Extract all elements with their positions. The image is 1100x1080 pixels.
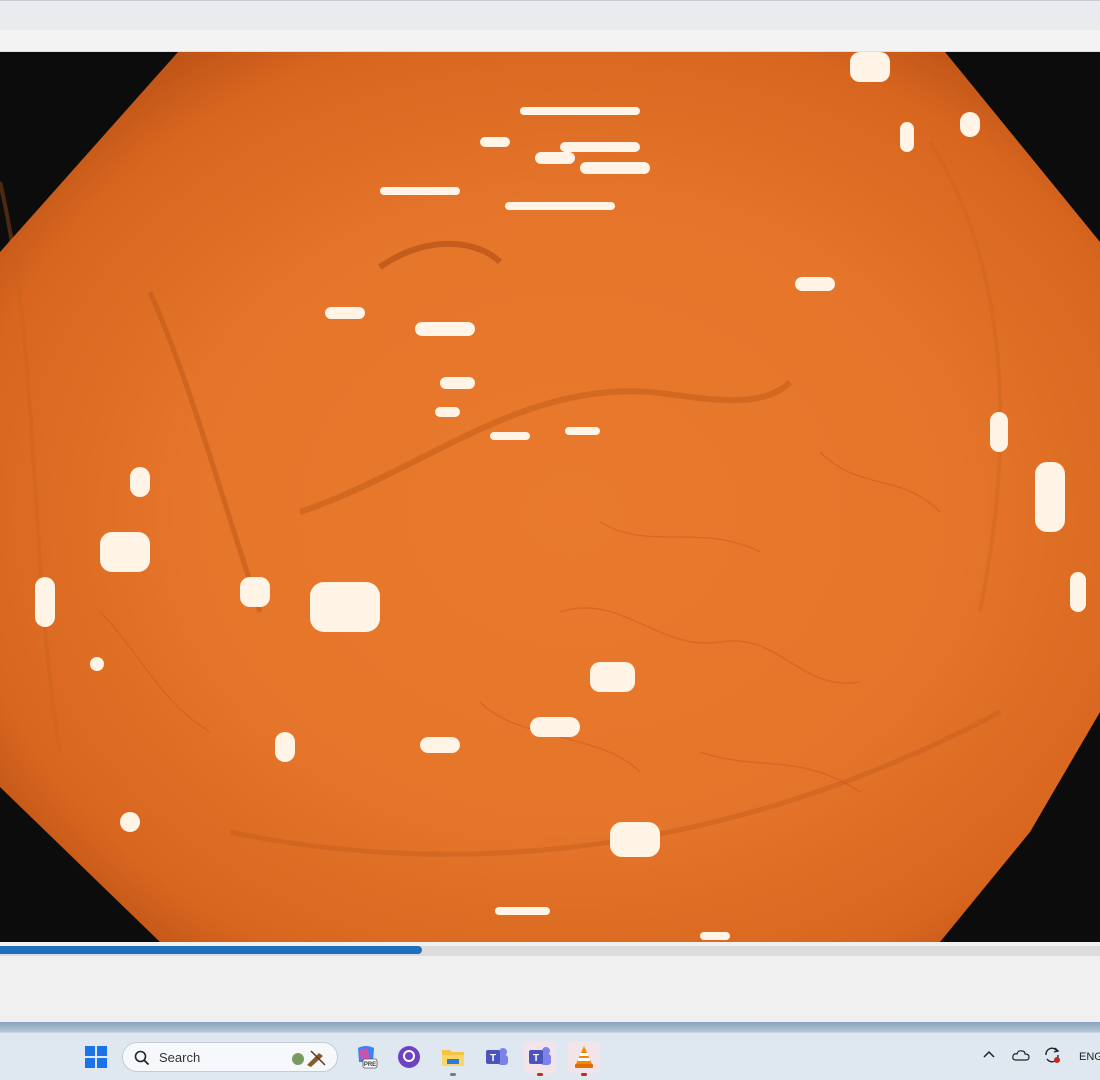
file-explorer-icon[interactable]: [437, 1041, 469, 1076]
teams-icon[interactable]: T: [524, 1041, 556, 1076]
svg-text:T: T: [533, 1053, 539, 1064]
mucosa-surface: [0, 52, 1100, 942]
search-icon: [134, 1050, 150, 1066]
svg-text:PRE: PRE: [364, 1062, 376, 1068]
onedrive-cloud-icon[interactable]: [1012, 1048, 1030, 1065]
seek-bar[interactable]: [0, 946, 1100, 956]
search-label: Search: [159, 1050, 201, 1065]
chevron-up-icon[interactable]: [982, 1048, 996, 1065]
endoscopy-frame: [0, 52, 1100, 942]
teams-classic-icon[interactable]: T: [481, 1041, 513, 1073]
github-icon[interactable]: [393, 1041, 425, 1073]
svg-text:T: T: [490, 1053, 496, 1064]
language-indicator[interactable]: ENG: [1079, 1051, 1100, 1063]
seek-bar-progress: [0, 946, 423, 954]
desktop-background-strip: [0, 1022, 1100, 1032]
menu-bar: [0, 30, 1100, 52]
sync-icon[interactable]: [1043, 1046, 1061, 1067]
taskbar-search-box[interactable]: Search: [122, 1042, 338, 1072]
video-display[interactable]: [0, 52, 1100, 942]
player-controls-area: [0, 956, 1100, 1022]
search-highlight-icon: [292, 1050, 326, 1067]
vlc-icon[interactable]: [568, 1041, 600, 1076]
window-titlebar: [0, 0, 1100, 30]
start-menu-icon[interactable]: [80, 1041, 112, 1073]
taskbar: Search PRE T T ENG: [0, 1032, 1100, 1080]
copilot-pre-icon[interactable]: PRE: [350, 1041, 382, 1073]
